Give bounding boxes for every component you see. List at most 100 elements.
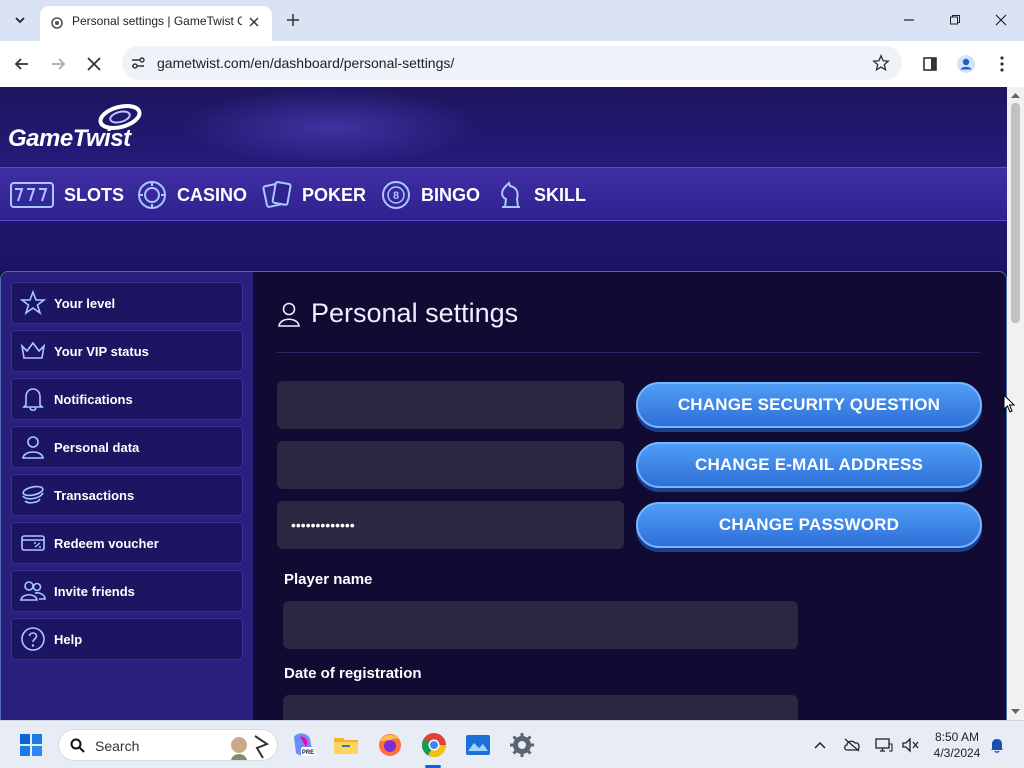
url-text: gametwist.com/en/dashboard/personal-sett… <box>157 55 455 71</box>
svg-text:8: 8 <box>393 190 399 202</box>
scroll-up-arrow-icon[interactable] <box>1011 91 1020 100</box>
arrow-left-icon <box>14 58 28 70</box>
mouse-cursor-icon <box>1003 394 1015 413</box>
sidebar-item-label: Help <box>54 631 83 647</box>
chevron-up-icon <box>814 741 826 749</box>
gametwist-logo[interactable]: GameTwist <box>8 101 158 161</box>
clock-date: 4/3/2024 <box>933 746 981 760</box>
copilot-app-icon[interactable]: PRE <box>288 731 316 759</box>
change-password-button[interactable]: CHANGE PASSWORD <box>636 502 982 548</box>
sidebar-item-label: Personal data <box>54 439 140 455</box>
security-question-field[interactable] <box>277 381 624 429</box>
sidebar-item-label: Your level <box>54 295 116 311</box>
nav-bingo-label: BINGO <box>421 184 481 205</box>
logo-text-game: Game <box>8 125 73 152</box>
logo-text: GameTwist <box>8 125 131 153</box>
nav-poker[interactable]: POKER <box>262 168 366 222</box>
page-title: Personal settings <box>277 298 518 329</box>
search-highlight-image-icon <box>231 735 270 760</box>
sidebar-item-label: Redeem voucher <box>54 535 159 551</box>
system-clock[interactable]: 8:50 AM 4/3/2024 <box>928 729 986 761</box>
taskbar-search[interactable]: Search <box>58 729 278 761</box>
player-name-input[interactable] <box>283 601 798 649</box>
dashboard-panel: Your level Your VIP status Notifications… <box>0 271 1007 720</box>
casino-chip-icon <box>138 181 166 209</box>
bookmark-star-icon[interactable] <box>872 54 890 72</box>
date-of-registration-input[interactable] <box>283 695 798 720</box>
nav-poker-label: POKER <box>302 184 367 205</box>
sidebar-item-invite-friends[interactable]: Invite friends <box>11 570 243 612</box>
scroll-down-arrow-icon[interactable] <box>1011 707 1020 716</box>
chrome-icon[interactable] <box>420 731 448 759</box>
windows-start-icon[interactable] <box>20 734 42 756</box>
kebab-menu-icon <box>1000 56 1004 72</box>
side-panel-icon <box>923 57 937 71</box>
nav-slots[interactable]: SLOTS <box>10 168 124 222</box>
profile-button[interactable] <box>952 50 980 78</box>
scroll-thumb[interactable] <box>1011 103 1020 323</box>
onedrive-tray[interactable] <box>842 735 862 755</box>
stop-loading-button[interactable] <box>80 50 108 78</box>
photos-app-icon[interactable] <box>464 731 492 759</box>
nav-casino[interactable]: CASINO <box>137 168 247 222</box>
coins-icon <box>22 485 44 504</box>
forward-button[interactable] <box>44 50 72 78</box>
sidebar-item-transactions[interactable]: Transactions <box>11 474 243 516</box>
back-button[interactable] <box>8 50 36 78</box>
title-divider <box>277 352 980 353</box>
sidebar-item-label: Transactions <box>54 487 135 503</box>
close-window-button[interactable] <box>989 8 1013 32</box>
poker-cards-icon <box>262 181 292 208</box>
tab-search-button[interactable] <box>8 8 32 32</box>
address-bar[interactable]: gametwist.com/en/dashboard/personal-sett… <box>122 46 902 80</box>
nav-skill[interactable]: SKILL <box>496 168 586 222</box>
restore-icon <box>950 15 960 25</box>
sidebar-item-your-level[interactable]: Your level <box>11 282 243 324</box>
sidebar-item-notifications[interactable]: Notifications <box>11 378 243 420</box>
browser-toolbar: gametwist.com/en/dashboard/personal-sett… <box>0 41 1024 87</box>
bingo-ball-icon: 8 <box>382 181 410 209</box>
search-placeholder: Search <box>95 738 140 754</box>
dashboard-sidebar: Your level Your VIP status Notifications… <box>1 272 253 720</box>
person-icon <box>278 302 300 327</box>
sidebar-item-help[interactable]: Help <box>11 618 243 660</box>
settings-gear-icon[interactable] <box>508 731 536 759</box>
firefox-icon[interactable] <box>376 731 404 759</box>
speaker-muted-icon <box>902 737 919 753</box>
help-icon <box>21 627 45 651</box>
cloud-offline-icon <box>844 738 860 752</box>
site-info-icon[interactable] <box>130 55 146 71</box>
network-tray[interactable] <box>874 735 894 755</box>
change-security-question-button[interactable]: CHANGE SECURITY QUESTION <box>636 382 982 428</box>
show-hidden-icons-button[interactable] <box>810 735 830 755</box>
notifications-tray[interactable] <box>987 735 1007 755</box>
sidebar-item-label: Notifications <box>54 391 133 407</box>
nav-bingo[interactable]: 8 BINGO <box>381 168 480 222</box>
side-panel-button[interactable] <box>916 50 944 78</box>
sidebar-item-personal-data[interactable]: Personal data <box>11 426 243 468</box>
web-page: GameTwist SLOTS CASINO POKER 8 BINGO SKI… <box>0 87 1007 720</box>
browser-tab[interactable]: Personal settings | GameTwist C <box>40 6 272 41</box>
search-icon <box>70 738 85 753</box>
close-icon <box>87 57 101 71</box>
sidebar-item-vip-status[interactable]: Your VIP status <box>11 330 243 372</box>
star-icon <box>20 290 46 316</box>
tab-close-button[interactable] <box>244 12 264 32</box>
password-field[interactable]: ••••••••••••• <box>277 501 624 549</box>
logo-text-twist: Twist <box>72 125 131 152</box>
date-of-registration-label: Date of registration <box>284 665 422 682</box>
close-icon <box>249 17 259 27</box>
page-title-text: Personal settings <box>311 298 519 328</box>
change-email-button[interactable]: CHANGE E-MAIL ADDRESS <box>636 442 982 488</box>
restore-button[interactable] <box>943 8 967 32</box>
browser-menu-button[interactable] <box>988 50 1016 78</box>
new-tab-button[interactable] <box>282 9 304 31</box>
friends-icon <box>20 581 46 601</box>
sidebar-item-redeem-voucher[interactable]: Redeem voucher <box>11 522 243 564</box>
minimize-button[interactable] <box>897 8 921 32</box>
volume-tray[interactable] <box>900 735 920 755</box>
profile-avatar-icon <box>957 55 975 73</box>
crown-icon <box>20 341 46 359</box>
email-field[interactable] <box>277 441 624 489</box>
file-explorer-icon[interactable] <box>332 731 360 759</box>
